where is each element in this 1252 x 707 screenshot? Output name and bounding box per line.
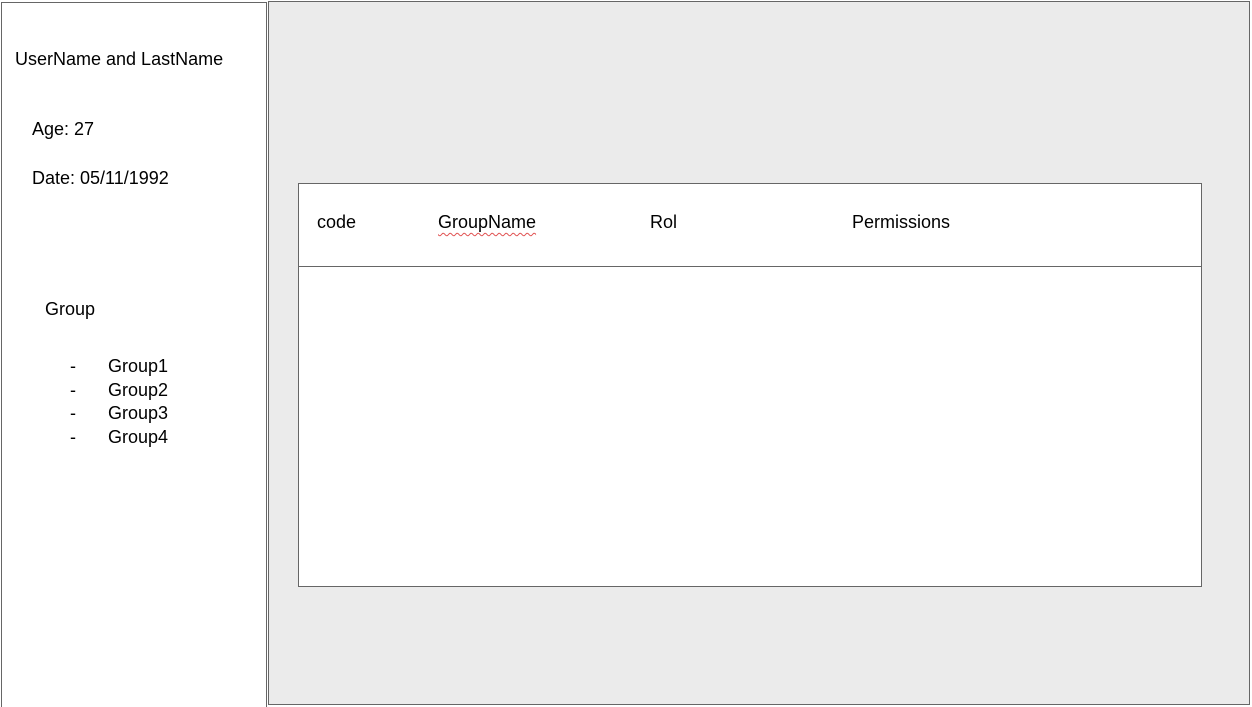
group-bullet: - — [70, 379, 76, 400]
group-bullet: - — [70, 356, 76, 376]
table-header-row: code GroupName Rol Permissions — [299, 184, 1201, 267]
group-label: Group4 — [108, 426, 169, 447]
group-bullet: - — [70, 426, 76, 447]
table-body — [299, 267, 1201, 586]
group-label: Group2 — [108, 379, 169, 400]
user-age: Age: 27 — [32, 119, 95, 139]
group-section-title: Group — [45, 299, 96, 319]
user-full-name: UserName and LastName — [15, 49, 224, 69]
column-header-permissions[interactable]: Permissions — [852, 212, 950, 232]
column-header-code[interactable]: code — [317, 212, 356, 232]
profile-sidebar: UserName and LastName Age: 27 Date: 05/1… — [1, 2, 267, 707]
user-birth-date: Date: 05/11/1992 — [32, 168, 169, 188]
groups-table: code GroupName Rol Permissions — [298, 183, 1202, 587]
group-label: Group1 — [108, 356, 169, 376]
group-bullet: - — [70, 403, 76, 423]
column-header-groupname[interactable]: GroupName — [438, 212, 536, 232]
group-label: Group3 — [108, 403, 169, 423]
column-header-rol[interactable]: Rol — [650, 212, 677, 232]
